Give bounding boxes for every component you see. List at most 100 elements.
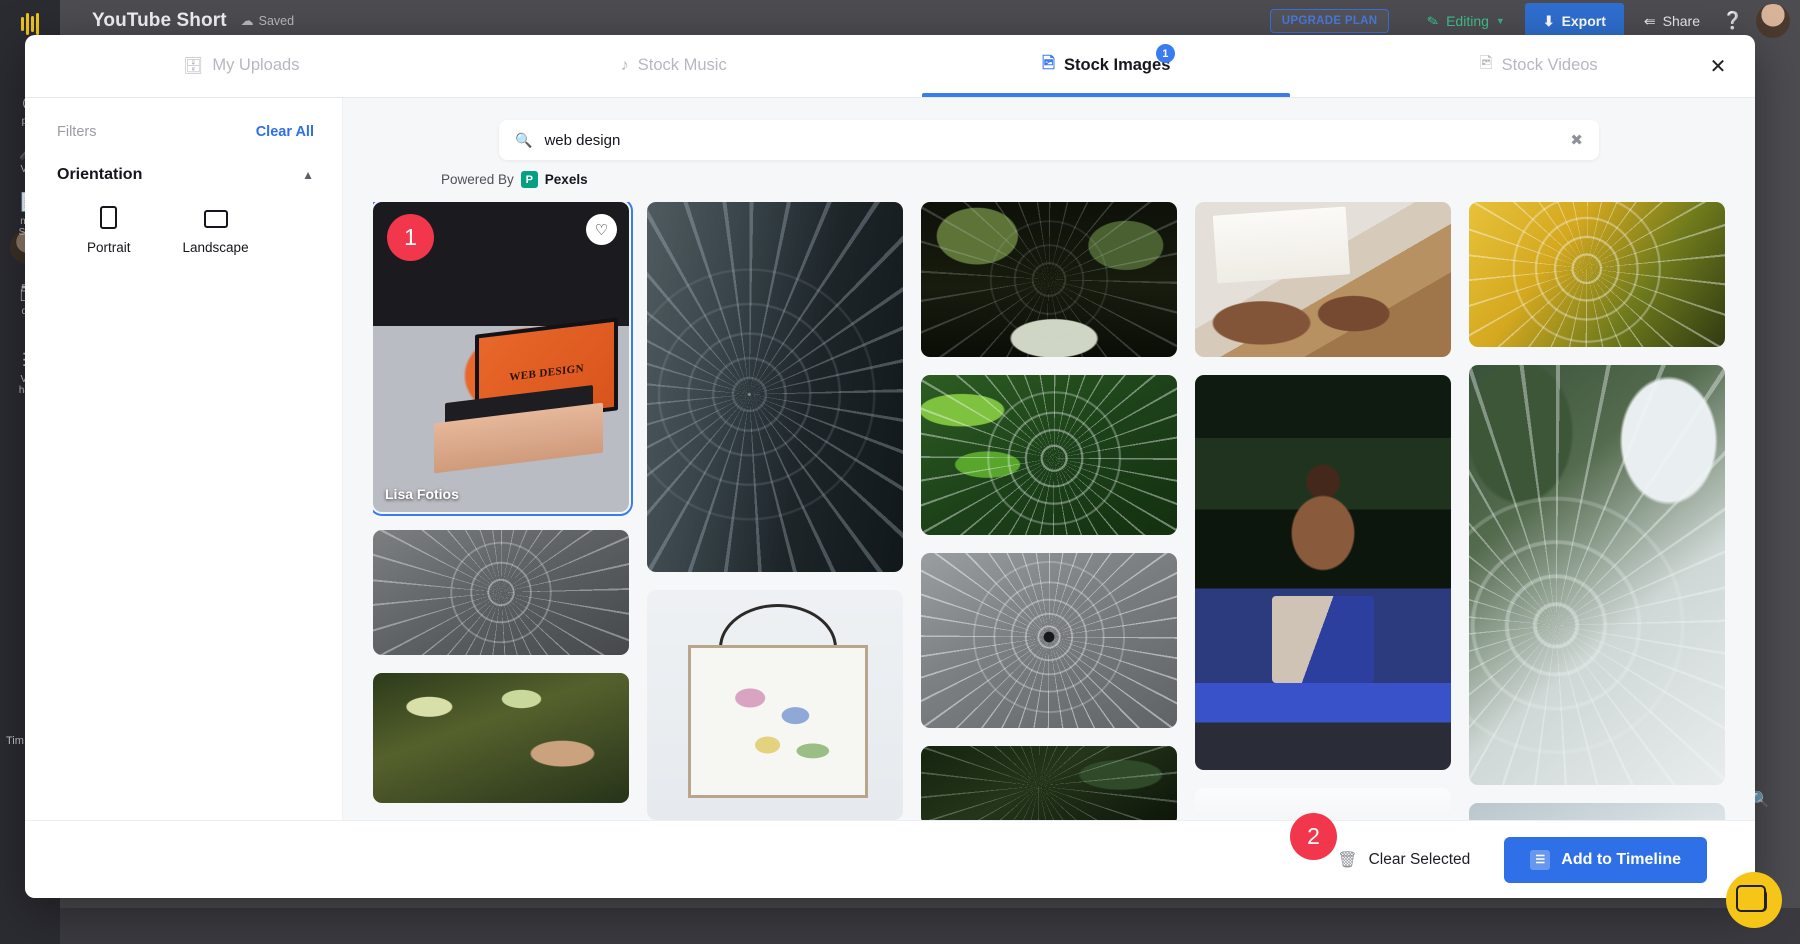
upgrade-plan-button[interactable]: UPGRADE PLAN	[1269, 9, 1390, 33]
stock-photo	[921, 553, 1177, 728]
powered-by-label: Powered By	[441, 172, 514, 187]
filters-title: Filters	[57, 124, 97, 140]
orientation-label: Landscape	[182, 240, 249, 255]
add-to-timeline-button[interactable]: ☰ Add to Timeline	[1504, 836, 1707, 883]
stock-photo	[373, 673, 629, 803]
share-label: Share	[1662, 13, 1700, 29]
image-card[interactable]	[647, 590, 903, 820]
clear-selected-label: Clear Selected	[1368, 850, 1471, 868]
tab-label: Stock Videos	[1501, 56, 1598, 74]
stock-photo	[1469, 803, 1725, 820]
orientation-option-landscape[interactable]: Landscape	[183, 206, 249, 255]
grid-column	[921, 202, 1177, 820]
image-card[interactable]	[373, 530, 629, 655]
image-card[interactable]	[921, 375, 1177, 535]
add-to-timeline-label: Add to Timeline	[1561, 850, 1681, 868]
pexels-label: Pexels	[544, 172, 588, 187]
stock-photo	[1469, 365, 1725, 785]
download-icon: ⬇	[1542, 12, 1555, 29]
export-label: Export	[1561, 13, 1606, 29]
tab-stock-videos[interactable]: 🖻 Stock Videos	[1323, 35, 1756, 97]
orientation-section-header[interactable]: Orientation ▲	[57, 166, 314, 184]
tab-label: Stock Images	[1063, 56, 1171, 74]
tab-stock-images[interactable]: 🖻 Stock Images 1	[890, 35, 1323, 97]
annotation-marker-2: 2	[1290, 813, 1337, 860]
stock-photo	[921, 746, 1177, 820]
annotation-marker-1: 1	[387, 214, 434, 261]
image-card[interactable]	[1195, 202, 1451, 357]
tab-label: My Uploads	[212, 56, 300, 74]
image-card[interactable]	[921, 553, 1177, 728]
chevron-down-icon: ▼	[1495, 16, 1505, 26]
grid-column	[1469, 202, 1725, 820]
grid-column: WEB DESIGN 1 ♡ Lisa Fotios	[373, 202, 633, 820]
stock-photo	[1469, 202, 1725, 347]
search-icon: 🔍	[515, 131, 533, 148]
chat-shape	[1736, 884, 1767, 912]
filters-header: Filters Clear All	[57, 124, 314, 140]
close-icon[interactable]: ✕	[1703, 51, 1733, 81]
image-card[interactable]	[921, 746, 1177, 820]
video-icon: 🖻	[1479, 55, 1493, 72]
saved-label: Saved	[258, 14, 295, 28]
image-card[interactable]	[1469, 202, 1725, 347]
pexels-logo-icon: P	[520, 171, 538, 188]
stock-photo	[921, 202, 1177, 357]
orientation-options: Portrait Landscape	[57, 206, 314, 255]
image-card[interactable]	[373, 673, 629, 803]
clear-all-button[interactable]: Clear All	[256, 124, 314, 140]
stock-photo	[1195, 375, 1451, 770]
grid-column	[1195, 202, 1451, 820]
search-row: 🔍 ✖	[373, 120, 1725, 160]
attribution: Powered By P Pexels	[441, 171, 1725, 188]
heart-icon[interactable]: ♡	[586, 214, 617, 245]
timeline-icon: ☰	[1530, 849, 1551, 870]
landscape-shape-icon	[203, 210, 228, 228]
share-icon: ⇚	[1643, 12, 1656, 29]
tab-stock-music[interactable]: ♪ Stock Music	[458, 35, 891, 97]
chat-bubble-icon[interactable]	[1726, 872, 1782, 928]
media-library-modal: 🗄 My Uploads ♪ Stock Music 🖻 Stock Image…	[25, 35, 1755, 898]
image-card[interactable]	[921, 202, 1177, 357]
image-card[interactable]	[1469, 803, 1725, 820]
timeline-strip[interactable]	[60, 908, 1800, 944]
image-icon: 🖻	[1042, 55, 1055, 72]
clear-circle-icon[interactable]: ✖	[1570, 131, 1583, 149]
image-card[interactable]	[1469, 365, 1725, 785]
timeline-panel-label: Tim	[6, 735, 24, 747]
export-button[interactable]: ⬇ Export	[1524, 3, 1624, 39]
search-box[interactable]: 🔍 ✖	[499, 120, 1599, 160]
stock-photo	[921, 375, 1177, 535]
tab-label: Stock Music	[637, 56, 727, 74]
clear-selected-button[interactable]: 🗑 Clear Selected	[1337, 850, 1470, 870]
cloud-check-icon: ☁	[240, 13, 254, 28]
modal-footer: 🗑 Clear Selected 2 ☰ Add to Timeline	[25, 813, 1755, 898]
stock-photo	[373, 530, 629, 655]
image-card[interactable]	[1195, 375, 1451, 770]
filters-panel: Filters Clear All Orientation ▲ Portrait…	[25, 98, 343, 820]
orientation-title: Orientation	[57, 166, 143, 183]
chevron-up-icon[interactable]: ▲	[302, 168, 314, 182]
search-input[interactable]	[544, 131, 1571, 149]
selected-image-card[interactable]: WEB DESIGN 1 ♡ Lisa Fotios	[373, 202, 633, 516]
pencil-icon: ✎	[1425, 11, 1441, 30]
trash-icon: 🗑	[1337, 851, 1358, 869]
photo-credit: Lisa Fotios	[385, 486, 459, 502]
avatar[interactable]	[1756, 4, 1790, 38]
portrait-shape-icon	[100, 206, 118, 229]
stock-photo	[1195, 202, 1451, 357]
editing-label: Editing	[1446, 13, 1489, 29]
grid-column	[647, 202, 903, 820]
results-panel: 🔍 ✖ Powered By P Pexels WEB DESIGN	[343, 98, 1755, 820]
upload-folder-icon: 🗄	[183, 57, 204, 75]
project-title: YouTube Short	[92, 10, 227, 31]
image-grid: WEB DESIGN 1 ♡ Lisa Fotios	[373, 202, 1725, 820]
modal-body: Filters Clear All Orientation ▲ Portrait…	[25, 98, 1755, 820]
orientation-label: Portrait	[87, 240, 131, 255]
active-tab-underline	[922, 93, 1291, 97]
orientation-option-portrait[interactable]: Portrait	[87, 206, 131, 255]
tab-my-uploads[interactable]: 🗄 My Uploads	[25, 35, 458, 97]
image-card[interactable]	[647, 202, 903, 572]
stock-photo	[647, 590, 903, 820]
tab-selection-badge: 1	[1155, 44, 1175, 63]
